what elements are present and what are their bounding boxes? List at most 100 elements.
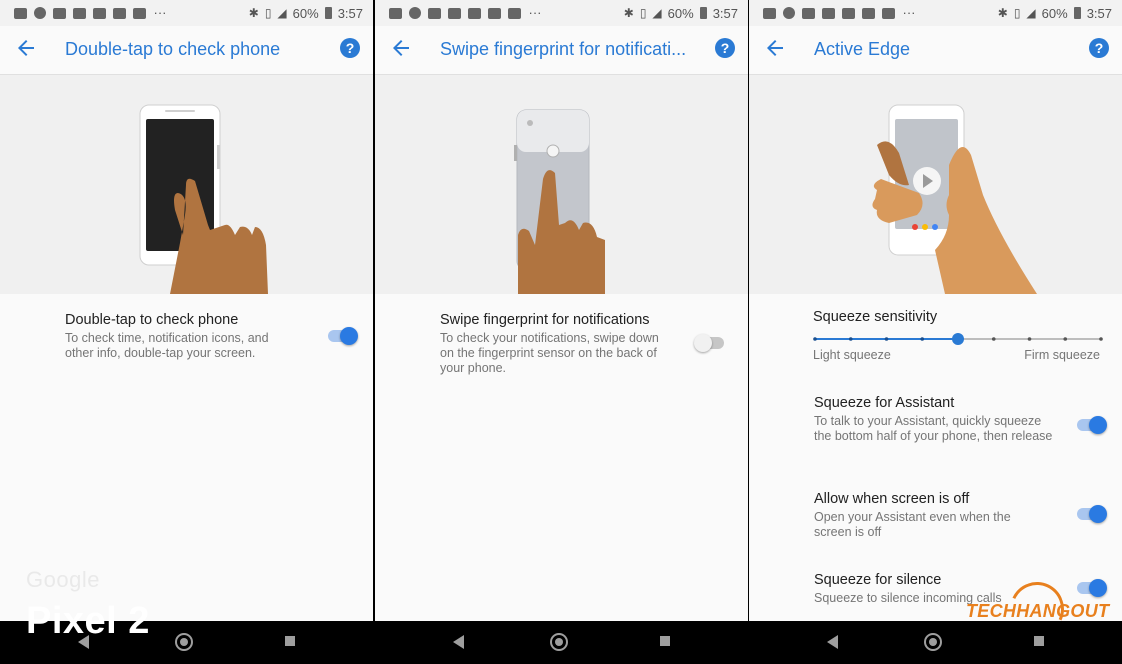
- setting-title: Allow when screen is off: [814, 491, 970, 507]
- bluetooth-icon: ✱: [997, 6, 1008, 20]
- battery-percent: 60%: [1041, 5, 1068, 21]
- swipe-fingerprint-toggle[interactable]: [694, 333, 726, 353]
- illustration-active-edge: [749, 75, 1122, 294]
- youtube-icon: [53, 7, 66, 19]
- clock: 3:57: [712, 5, 738, 21]
- slider-min-label: Light squeeze: [813, 348, 891, 362]
- youtube-icon: [882, 7, 895, 19]
- squeeze-assistant-toggle[interactable]: [1075, 415, 1107, 435]
- status-bar: ··· ✱ ▯ ◢ 60% 3:57: [0, 0, 373, 26]
- line-app-icon: [783, 7, 795, 19]
- panel-active-edge: ··· ✱ ▯ ◢ 60% 3:57 Active Edge ? Squeeze…: [749, 0, 1122, 621]
- nav-recents-icon[interactable]: [285, 636, 295, 646]
- youtube-icon: [862, 7, 875, 19]
- pixel2-watermark: Pixel 2: [26, 600, 150, 642]
- setting-screen-off[interactable]: Allow when screen is off Open your Assis…: [814, 491, 1114, 540]
- youtube-icon: [468, 7, 481, 19]
- status-bar: ··· ✱ ▯ ◢ 60% 3:57: [749, 0, 1122, 26]
- slider-tick: [1099, 337, 1103, 341]
- setting-subtitle: To check time, notification icons, and o…: [65, 331, 269, 360]
- setting-title: Swipe fingerprint for notifications: [440, 312, 650, 328]
- lte-signal-icon: ◢: [1026, 6, 1036, 20]
- illustration-fingerprint: [375, 75, 748, 294]
- battery-percent: 60%: [292, 5, 319, 21]
- youtube-icon: [133, 7, 146, 19]
- help-icon[interactable]: ?: [340, 38, 360, 58]
- nav-home-icon[interactable]: [924, 633, 942, 651]
- app-bar: Swipe fingerprint for notificati... ?: [375, 26, 748, 75]
- battery-percent: 60%: [667, 5, 694, 21]
- slider-tick: [920, 337, 925, 341]
- setting-title: Squeeze for silence: [814, 572, 942, 588]
- techhangout-watermark: TECHHANGOUT: [966, 601, 1110, 621]
- help-icon[interactable]: ?: [1089, 38, 1109, 58]
- setting-subtitle: To talk to your Assistant, quickly squee…: [814, 414, 1053, 443]
- youtube-icon: [508, 7, 521, 19]
- screen-off-toggle[interactable]: [1075, 504, 1107, 524]
- lte-signal-icon: ◢: [652, 6, 662, 20]
- nav-recents-icon[interactable]: [660, 636, 670, 646]
- slider-thumb[interactable]: [952, 333, 964, 345]
- panel-swipe-fingerprint: ··· ✱ ▯ ◢ 60% 3:57 Swipe fingerprint for…: [375, 0, 748, 621]
- slider-max-label: Firm squeeze: [1024, 348, 1100, 362]
- vibrate-icon: ▯: [639, 6, 647, 20]
- page-title: Double-tap to check phone: [65, 39, 281, 59]
- squeeze-silence-toggle[interactable]: [1075, 578, 1107, 598]
- vibrate-icon: ▯: [1013, 6, 1021, 20]
- more-notifications-icon: ···: [528, 4, 542, 20]
- battery-icon: [324, 7, 332, 19]
- battery-icon: [699, 7, 707, 19]
- bluetooth-icon: ✱: [248, 6, 259, 20]
- nav-home-icon[interactable]: [550, 633, 568, 651]
- more-notifications-icon: ···: [153, 4, 167, 20]
- clock: 3:57: [1086, 5, 1112, 21]
- nav-back-icon[interactable]: [827, 635, 838, 649]
- youtube-icon: [428, 7, 441, 19]
- setting-subtitle: To check your notifications, swipe down …: [440, 331, 659, 375]
- youtube-icon: [488, 7, 501, 19]
- illustration-double-tap: [0, 75, 373, 294]
- bluetooth-icon: ✱: [623, 6, 634, 20]
- app-bar: Active Edge ?: [749, 26, 1122, 75]
- back-arrow-icon[interactable]: [763, 36, 787, 60]
- double-tap-toggle[interactable]: [326, 326, 358, 346]
- page-title: Active Edge: [814, 39, 911, 59]
- slider-title: Squeeze sensitivity: [813, 309, 938, 325]
- clock: 3:57: [337, 5, 363, 21]
- youtube-icon: [113, 7, 126, 19]
- help-icon[interactable]: ?: [715, 38, 735, 58]
- vibrate-icon: ▯: [264, 6, 272, 20]
- setting-double-tap[interactable]: Double-tap to check phone To check time,…: [65, 312, 365, 361]
- youtube-icon: [73, 7, 86, 19]
- youtube-icon: [822, 7, 835, 19]
- youtube-icon: [93, 7, 106, 19]
- google-watermark: Google: [26, 567, 100, 592]
- youtube-icon: [802, 7, 815, 19]
- panel-double-tap: ··· ✱ ▯ ◢ 60% 3:57 Double-tap to check p…: [0, 0, 373, 621]
- setting-title: Double-tap to check phone: [65, 312, 239, 328]
- youtube-icon: [448, 7, 461, 19]
- nav-home-icon[interactable]: [175, 633, 193, 651]
- setting-squeeze-assistant[interactable]: Squeeze for Assistant To talk to your As…: [814, 395, 1114, 444]
- lte-signal-icon: ◢: [277, 6, 287, 20]
- nav-recents-icon[interactable]: [1034, 636, 1044, 646]
- slider-tick: [1027, 337, 1032, 341]
- line-app-icon: [34, 7, 46, 19]
- battery-icon: [1073, 7, 1081, 19]
- slider-tick: [813, 337, 817, 341]
- squeeze-sensitivity-slider[interactable]: [809, 330, 1109, 348]
- setting-subtitle: Open your Assistant even when the screen…: [814, 510, 1011, 539]
- slider-tick: [884, 337, 889, 341]
- image-notification-icon: [389, 7, 402, 19]
- more-notifications-icon: ···: [902, 4, 916, 20]
- status-bar: ··· ✱ ▯ ◢ 60% 3:57: [375, 0, 748, 26]
- youtube-icon: [842, 7, 855, 19]
- slider-tick: [848, 337, 853, 341]
- slider-tick: [991, 337, 996, 341]
- back-arrow-icon[interactable]: [389, 36, 413, 60]
- image-notification-icon: [763, 7, 776, 19]
- slider-tick: [1063, 337, 1068, 341]
- nav-back-icon[interactable]: [453, 635, 464, 649]
- back-arrow-icon[interactable]: [14, 36, 38, 60]
- app-bar: Double-tap to check phone ?: [0, 26, 373, 75]
